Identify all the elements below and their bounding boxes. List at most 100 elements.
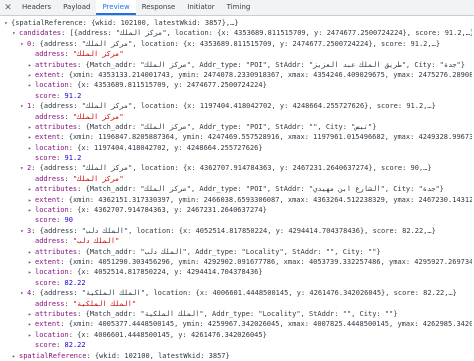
tree-key: score <box>35 341 57 350</box>
tree-row[interactable]: ▾ 4: {address: "الملك الملكية", location:… <box>4 288 472 298</box>
tree-row[interactable]: ▸ attributes: {Match_addr: "الملك دلب", A… <box>4 247 472 257</box>
tab-response[interactable]: Response <box>136 0 182 15</box>
collapsed-triangle-icon[interactable]: ▸ <box>12 352 19 361</box>
tree-value: {Match_addr: "مركز الملك", Addr_type: "P… <box>85 122 377 131</box>
collapsed-triangle-icon[interactable]: ▸ <box>28 258 35 267</box>
tree-value: {xmin: 4353133.214001743, ymin: 2474078.… <box>68 70 472 79</box>
tree-row[interactable]: ▾ candidates: [{address: "مركز الملك", lo… <box>4 28 472 38</box>
close-icon[interactable]: ✕ <box>0 3 16 13</box>
collapsed-triangle-icon[interactable]: ▸ <box>28 248 35 257</box>
tree-key: candidates <box>19 29 62 38</box>
tree-row[interactable]: ▸ attributes: {Match_addr: "مركز الملك", … <box>4 60 472 70</box>
tree-value: {x: 4006601.4448500145, y: 4261476.34202… <box>77 330 267 339</box>
tree-value: {x: 1197404.418042702, y: 4248664.255727… <box>77 143 263 152</box>
collapsed-triangle-icon[interactable]: ▸ <box>28 310 35 319</box>
tree-key: location <box>35 206 69 215</box>
tab-initiator[interactable]: Initiator <box>181 0 220 15</box>
expanded-triangle-icon[interactable]: ▾ <box>20 227 27 236</box>
tree-value: {xmin: 1196847.8205887364, ymin: 4247469… <box>68 133 472 142</box>
tree-value: {Match_addr: "الملك دلب", Addr_type: "Lo… <box>85 247 381 256</box>
tree-row[interactable]: ▸ attributes: {Match_addr: "مركز الملك", … <box>4 184 472 194</box>
collapsed-triangle-icon[interactable]: ▸ <box>28 320 35 329</box>
collapsed-triangle-icon[interactable]: ▸ <box>28 144 35 153</box>
collapsed-triangle-icon[interactable]: ▸ <box>28 71 35 80</box>
tree-value: 90 <box>64 216 73 225</box>
tab-payload[interactable]: Payload <box>57 0 96 15</box>
tree-value: "مركز الملك" <box>72 112 124 121</box>
tree-row: score: 91.2 <box>35 154 82 163</box>
tree-row[interactable]: ▾ 1: {address: "مركز الملك", location: {x… <box>4 101 472 111</box>
tree-row: address: "مركز الملك" <box>35 174 124 183</box>
devtools-tab-bar: ✕ Headers Payload Preview Response Initi… <box>0 0 474 16</box>
collapsed-triangle-icon[interactable]: ▸ <box>28 185 35 194</box>
tree-key: address <box>35 237 65 246</box>
collapsed-triangle-icon[interactable]: ▸ <box>28 206 35 215</box>
tree-row[interactable]: ▾ 3: {address: "الملك دلب", location: {x:… <box>4 226 472 236</box>
tree-key: extent <box>35 70 61 79</box>
tree-key: attributes <box>35 122 78 131</box>
tree-key: address <box>35 174 65 183</box>
collapsed-triangle-icon[interactable]: ▸ <box>28 268 35 277</box>
tree-row[interactable]: ▾ 0: {address: "مركز الملك", location: {x… <box>4 39 472 49</box>
tree-key: address <box>35 112 65 121</box>
tree-row[interactable]: ▸ extent: {xmin: 4353133.214001743, ymin:… <box>4 70 472 80</box>
collapsed-triangle-icon[interactable]: ▸ <box>28 196 35 205</box>
tab-timing[interactable]: Timing <box>221 0 257 15</box>
tree-value: {xmin: 4362151.317330397, ymin: 2466038.… <box>68 195 472 204</box>
tree-value: "مركز الملك" <box>72 174 124 183</box>
tree-value: "مركز الملك" <box>72 50 124 59</box>
collapsed-triangle-icon[interactable]: ▸ <box>28 331 35 340</box>
tree-row[interactable]: ▸ attributes: {Match_addr: "مركز الملك", … <box>4 122 472 132</box>
tree-row[interactable]: ▸ location: {x: 1197404.418042702, y: 424… <box>4 143 472 153</box>
tree-key: address <box>35 299 65 308</box>
tree-row[interactable]: ▸ extent: {xmin: 4051290.303456296, ymin:… <box>4 257 472 267</box>
tree-value: 91.2 <box>64 91 82 100</box>
tree-row[interactable]: ▾ 2: {address: "مركز الملك", location: {x… <box>4 163 472 173</box>
tree-key: attributes <box>35 60 78 69</box>
tree-value: {x: 4353689.811515709, y: 2474677.250072… <box>77 81 267 90</box>
tree-value: 82.22 <box>64 341 86 350</box>
tree-value: {xmin: 4051290.303456296, ymin: 4292902.… <box>68 257 472 266</box>
json-preview-tree: ▾ {spatialReference: {wkid: 102100, lates… <box>4 18 472 361</box>
tree-row[interactable]: ▸ extent: {xmin: 4005377.4448500145, ymin… <box>4 319 472 329</box>
tree-row: address: "الملك دلب" <box>35 237 120 246</box>
tree-value: 82.22 <box>64 278 86 287</box>
collapsed-triangle-icon[interactable]: ▸ <box>28 81 35 90</box>
tree-value: {address: "مركز الملك", location: {x: 11… <box>39 102 436 111</box>
tree-row: score: 82.22 <box>35 341 86 350</box>
expanded-triangle-icon[interactable]: ▾ <box>20 289 27 298</box>
tab-headers[interactable]: Headers <box>16 0 57 15</box>
tree-row[interactable]: ▾ {spatialReference: {wkid: 102100, lates… <box>4 18 472 28</box>
expanded-triangle-icon[interactable]: ▾ <box>20 40 27 49</box>
expanded-triangle-icon[interactable]: ▾ <box>20 102 27 111</box>
expanded-triangle-icon[interactable]: ▾ <box>12 29 19 38</box>
tree-value: {address: "مركز الملك", location: {x: 43… <box>39 164 432 173</box>
tab-preview[interactable]: Preview <box>96 0 136 15</box>
collapsed-triangle-icon[interactable]: ▸ <box>28 61 35 70</box>
tree-row: address: "مركز الملك" <box>35 50 124 59</box>
tree-row[interactable]: ▸ attributes: {Match_addr: "الملك الملكية… <box>4 309 472 319</box>
tree-row[interactable]: ▸ extent: {xmin: 4362151.317330397, ymin:… <box>4 195 472 205</box>
tree-row[interactable]: ▸ location: {x: 4052514.817850224, y: 429… <box>4 267 472 277</box>
tree-row: score: 91.2 <box>35 91 82 100</box>
tree-row[interactable]: ▸ extent: {xmin: 1196847.8205887364, ymin… <box>4 132 472 142</box>
tree-value: {x: 4362707.914784363, y: 2467231.264063… <box>77 206 267 215</box>
tree-value: "الملك دلب" <box>72 237 120 246</box>
tree-row[interactable]: ▸ location: {x: 4006601.4448500145, y: 42… <box>4 330 472 340</box>
expanded-triangle-icon[interactable]: ▾ <box>20 164 27 173</box>
tree-value: {wkid: 102100, latestWkid: 3857} <box>94 351 230 360</box>
tree-key: address <box>35 50 65 59</box>
expanded-triangle-icon[interactable]: ▾ <box>4 19 11 28</box>
tree-key: score <box>35 154 57 163</box>
tree-row[interactable]: ▸ spatialReference: {wkid: 102100, latest… <box>4 351 472 361</box>
tree-row[interactable]: ▸ location: {x: 4362707.914784363, y: 246… <box>4 205 472 215</box>
collapsed-triangle-icon[interactable]: ▸ <box>28 123 35 132</box>
tree-key: score <box>35 278 57 287</box>
tree-value: "الملك الملكية" <box>72 299 137 308</box>
collapsed-triangle-icon[interactable]: ▸ <box>28 133 35 142</box>
tree-value: {xmin: 4005377.4448500145, ymin: 4259967… <box>68 320 472 329</box>
tree-key: extent <box>35 195 61 204</box>
tree-key: extent <box>35 133 61 142</box>
tree-row[interactable]: ▸ location: {x: 4353689.811515709, y: 247… <box>4 80 472 90</box>
tree-value: {address: "مركز الملك", location: {x: 43… <box>39 39 441 48</box>
